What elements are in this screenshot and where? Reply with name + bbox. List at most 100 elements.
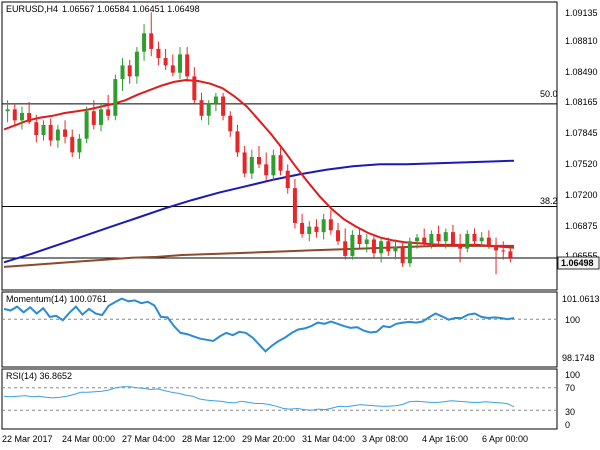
candle-body: [34, 122, 39, 136]
candle-body: [5, 109, 10, 112]
candle-body: [91, 111, 96, 125]
candle-body: [407, 241, 412, 264]
candle-body: [486, 237, 491, 245]
candle-body: [113, 79, 118, 116]
symbol-label: EURUSD,H4: [6, 4, 58, 14]
trading-chart: EURUSD,H4 1.06567 1.06584 1.06451 1.0649…: [1, 1, 600, 444]
candle-body: [278, 155, 283, 171]
rsi-y-tick: 30: [565, 407, 575, 417]
candle-body: [292, 188, 297, 223]
candle-body: [364, 239, 369, 245]
candle-body: [12, 109, 17, 121]
candle-body: [357, 234, 362, 245]
candle-body: [41, 124, 46, 136]
candle-body: [27, 113, 32, 123]
candle-body: [443, 232, 448, 242]
candle-body: [48, 124, 53, 141]
candle-body: [371, 239, 376, 254]
candle-body: [314, 226, 319, 233]
momentum-y-tick: 100: [565, 315, 580, 325]
x-tick-label: 31 Mar 04:00: [302, 434, 355, 444]
y-tick-label: 1.08810: [565, 36, 598, 46]
candle-body: [63, 129, 68, 137]
candle-body: [328, 219, 333, 231]
candle-body: [192, 76, 197, 101]
candle-body: [472, 233, 477, 242]
x-tick-label: 27 Mar 04:00: [122, 434, 175, 444]
x-tick-label: 28 Mar 12:00: [182, 434, 235, 444]
candle-body: [242, 152, 247, 174]
candle-body: [494, 244, 499, 251]
candle-body: [19, 113, 24, 121]
candle-body: [106, 109, 111, 116]
candle-body: [199, 100, 204, 116]
y-tick-label: 1.08165: [565, 97, 598, 107]
y-tick-label: 1.09135: [565, 8, 598, 18]
x-tick-label: 29 Mar 20:00: [242, 434, 295, 444]
candle-body: [149, 33, 154, 49]
y-tick-label: 1.07200: [565, 190, 598, 200]
y-tick-label: 1.06875: [565, 221, 598, 231]
candle-body: [249, 156, 254, 174]
candle-body: [465, 233, 470, 249]
candle-body: [307, 226, 312, 234]
ohlc-readout: 1.06567 1.06584 1.06451 1.06498: [62, 4, 200, 14]
candle-body: [98, 109, 103, 125]
candle-body: [436, 233, 441, 242]
current-price-label: 1.06498: [561, 258, 594, 268]
momentum-title: Momentum(14) 100.0761: [6, 294, 107, 304]
candle-body: [127, 65, 132, 77]
candle-body: [134, 51, 139, 77]
fib-label-50: 50.0: [540, 89, 558, 99]
candle-body: [264, 164, 269, 176]
candle-body: [479, 237, 484, 242]
candle-body: [213, 96, 218, 104]
candle-body: [450, 232, 455, 245]
candle-body: [142, 33, 147, 52]
candle-body: [386, 241, 391, 252]
candle-body: [257, 156, 261, 165]
y-tick-label: 1.08490: [565, 67, 598, 77]
candle-body: [415, 237, 420, 242]
x-tick-label: 3 Apr 08:00: [362, 434, 408, 444]
rsi-y-tick: 100: [565, 370, 580, 380]
candle-body: [429, 233, 434, 244]
candle-body: [379, 241, 384, 254]
candle-body: [350, 234, 355, 256]
candle-body: [185, 54, 190, 77]
rsi-title: RSI(14) 36.8652: [6, 371, 72, 381]
y-tick-label: 1.07520: [565, 159, 598, 169]
candle-body: [77, 138, 82, 153]
x-tick-label: 4 Apr 16:00: [422, 434, 468, 444]
candle-body: [221, 96, 226, 116]
candle-body: [321, 219, 326, 233]
momentum-y-tick: 98.1748: [562, 353, 595, 363]
candle-body: [271, 155, 276, 176]
candle-body: [336, 230, 341, 242]
candle-body: [177, 54, 182, 73]
candle-body: [228, 115, 233, 132]
candle-body: [235, 131, 240, 153]
candle-body: [285, 170, 290, 189]
candle-body: [508, 251, 513, 258]
candle-body: [55, 129, 60, 141]
candle-body: [343, 241, 348, 256]
candle-body: [422, 237, 427, 244]
candle-body: [300, 222, 305, 234]
candle-body: [458, 244, 463, 249]
rsi-y-tick: 70: [565, 383, 575, 393]
candle-body: [393, 246, 398, 252]
candle-body: [163, 58, 168, 66]
candle-body: [84, 111, 89, 139]
candle-body: [501, 250, 506, 252]
fib-label-38: 38.2: [540, 196, 558, 206]
x-tick-label: 24 Mar 00:00: [62, 434, 115, 444]
candle-body: [70, 136, 75, 153]
y-tick-label: 1.07845: [565, 128, 598, 138]
rsi-panel-frame: [1, 368, 558, 430]
candle-body: [400, 246, 405, 264]
candle-body: [170, 65, 175, 73]
candle-body: [156, 48, 161, 59]
rsi-y-tick: 0: [565, 420, 570, 430]
candle-body: [206, 103, 211, 116]
